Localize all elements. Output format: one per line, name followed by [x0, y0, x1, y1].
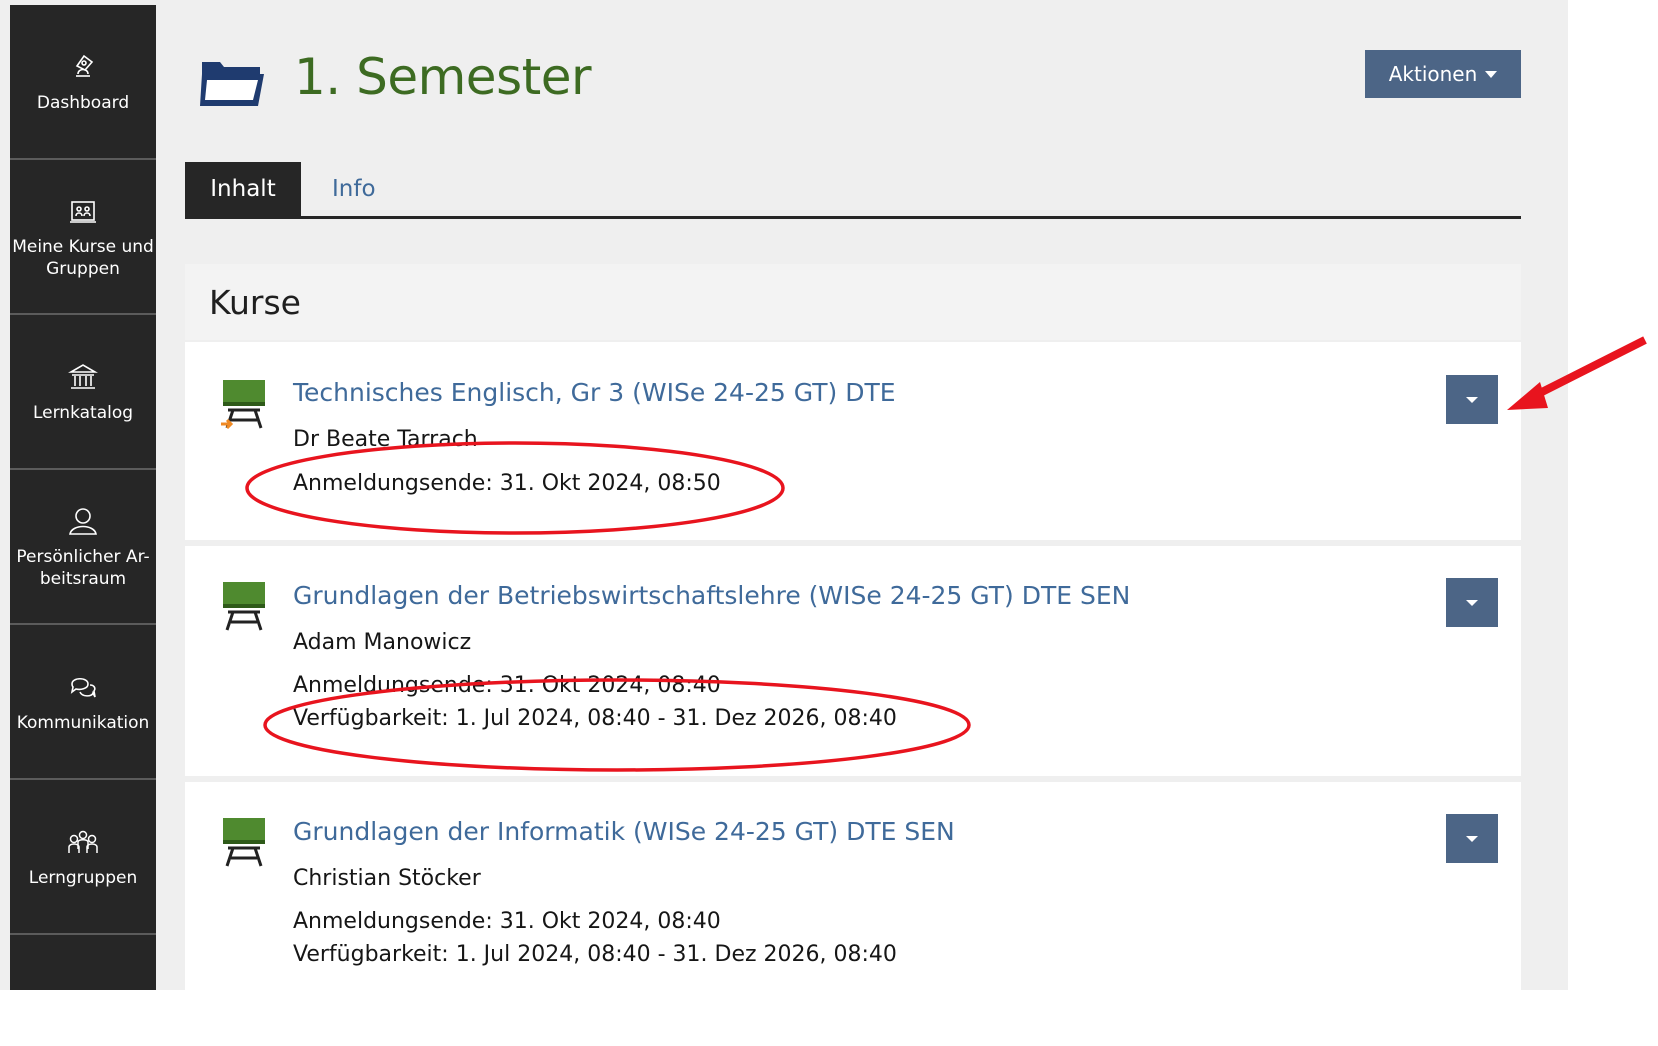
- chevron-down-icon: [1466, 396, 1478, 403]
- course-icon: [223, 582, 265, 631]
- course-title-link[interactable]: Grundlagen der Betriebswirtschaftslehre …: [293, 581, 1130, 610]
- course-tutor: Dr Beate Tarrach: [293, 427, 478, 452]
- sidebar-item-label: Meine Kurse und Gruppen: [12, 236, 154, 279]
- course-actions-dropdown[interactable]: [1446, 578, 1498, 627]
- chevron-down-icon: [1466, 599, 1478, 606]
- chevron-down-icon: [1466, 835, 1478, 842]
- course-actions-dropdown[interactable]: [1446, 814, 1498, 863]
- courses-groups-icon: [70, 200, 96, 223]
- sidebar-item-label: Persönlicher Ar- beitsraum: [16, 546, 150, 589]
- dashboard-icon: [75, 54, 94, 77]
- course-title-link[interactable]: Technisches Englisch, Gr 3 (WISe 24-25 G…: [293, 378, 896, 407]
- page-title: 1. Semester: [294, 48, 592, 106]
- actions-label: Aktionen: [1388, 62, 1478, 86]
- course-availability: Verfügbarkeit: 1. Jul 2024, 08:40 - 31. …: [293, 942, 897, 967]
- app-window: Dashboard Meine Kurse und Gruppen Lernka…: [0, 0, 1568, 990]
- course-availability: Verfügbarkeit: 1. Jul 2024, 08:40 - 31. …: [293, 706, 897, 731]
- chat-icon: [70, 677, 96, 697]
- sidebar-item-courses-groups[interactable]: Meine Kurse und Gruppen: [10, 160, 156, 315]
- section-heading: Kurse: [185, 264, 1521, 340]
- sidebar-item-catalog[interactable]: Lernkatalog: [10, 315, 156, 470]
- main-sidebar: Dashboard Meine Kurse und Gruppen Lernka…: [10, 5, 156, 990]
- sidebar-item-personal-workspace[interactable]: Persönlicher Ar- beitsraum: [10, 470, 156, 625]
- main-content: 1. Semester Aktionen Inhalt Info Kurse T…: [156, 0, 1568, 990]
- course-registration-end: Anmeldungsende: 31. Okt 2024, 08:40: [293, 909, 721, 934]
- actions-dropdown-button[interactable]: Aktionen: [1365, 50, 1521, 98]
- folder-icon: [200, 62, 264, 106]
- sidebar-item-label: Kommunikation: [16, 712, 150, 733]
- sidebar-item-dashboard[interactable]: Dashboard: [10, 5, 156, 160]
- groups-icon: [68, 830, 98, 853]
- tab-bar: Inhalt Info: [185, 162, 1521, 219]
- sidebar-item-label: Lerngruppen: [28, 867, 138, 888]
- sidebar-item-communication[interactable]: Kommunikation: [10, 625, 156, 780]
- course-item: Grundlagen der Betriebswirtschaftslehre …: [185, 546, 1521, 776]
- sidebar-item-label: Dashboard: [36, 92, 130, 113]
- course-registration-end: Anmeldungsende: 31. Okt 2024, 08:40: [293, 673, 721, 698]
- course-registration-end: Anmeldungsende: 31. Okt 2024, 08:50: [293, 471, 721, 496]
- course-item: Technisches Englisch, Gr 3 (WISe 24-25 G…: [185, 342, 1521, 540]
- course-item: Grundlagen der Informatik (WISe 24-25 GT…: [185, 782, 1521, 990]
- tab-info[interactable]: Info: [332, 162, 376, 216]
- course-icon: [221, 380, 265, 430]
- tab-inhalt[interactable]: Inhalt: [185, 162, 301, 216]
- catalog-icon: [68, 363, 98, 389]
- course-title-link[interactable]: Grundlagen der Informatik (WISe 24-25 GT…: [293, 817, 955, 846]
- course-tutor: Christian Stöcker: [293, 866, 481, 891]
- course-icon: [223, 818, 265, 867]
- sidebar-item-more[interactable]: [10, 935, 156, 990]
- course-actions-dropdown[interactable]: [1446, 375, 1498, 424]
- sidebar-item-label: Lernkatalog: [32, 402, 134, 423]
- sidebar-item-learning-groups[interactable]: Lerngruppen: [10, 780, 156, 935]
- chevron-down-icon: [1485, 70, 1498, 78]
- person-icon: [69, 507, 97, 535]
- course-tutor: Adam Manowicz: [293, 630, 472, 655]
